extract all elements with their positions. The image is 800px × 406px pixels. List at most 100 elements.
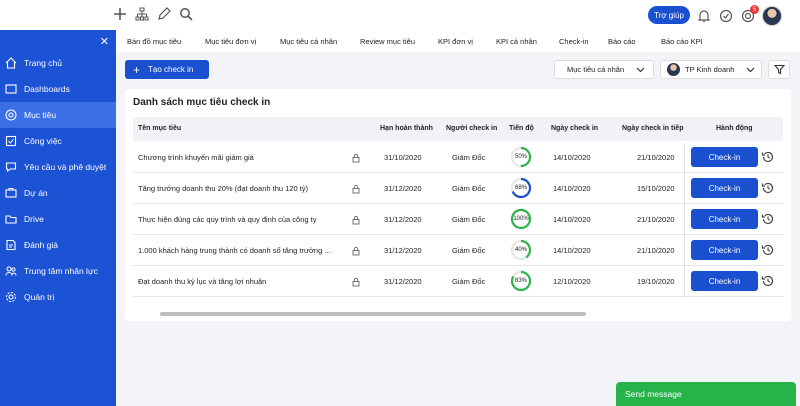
check-in-date: 14/10/2020 <box>553 246 591 255</box>
sidebar-item-label: Trang chủ <box>24 58 62 68</box>
sidebar-item-label: Đánh giá <box>24 240 59 250</box>
goal-name[interactable]: 1.000 khách hàng trung thành có doanh số… <box>138 246 331 255</box>
chevron-down-icon <box>636 67 645 72</box>
folder-icon <box>5 213 17 225</box>
tasks-icon <box>5 135 17 147</box>
pen-icon[interactable] <box>156 6 172 22</box>
header-actions: 5 <box>696 5 782 26</box>
due-date: 31/12/2020 <box>384 184 422 193</box>
sidebar-item-goals[interactable]: Mục tiêu <box>0 102 116 128</box>
tab-personal-goals[interactable]: Mục tiêu cá nhân <box>280 37 337 46</box>
horizontal-scrollbar[interactable] <box>160 312 586 316</box>
user-select-value: TP Kinh doanh <box>685 65 735 74</box>
sidebar-item-home[interactable]: Trang chủ <box>0 50 116 76</box>
due-date: 31/10/2020 <box>384 153 422 162</box>
goal-name[interactable]: Thực hiện đúng các quy trình và quy định… <box>138 215 316 224</box>
add-icon[interactable] <box>112 6 128 22</box>
sidebar-item-label: Dashboards <box>24 84 70 94</box>
tab-check-in[interactable]: Check-in <box>559 37 589 46</box>
tab-goal-review[interactable]: Review mục tiêu <box>360 37 415 46</box>
filter-button[interactable] <box>768 60 790 79</box>
create-check-in-button[interactable]: + Tạo check in <box>125 60 209 79</box>
checker: Giám Đốc <box>452 277 486 286</box>
checker: Giám Đốc <box>452 184 486 193</box>
column-header: Tiến độ <box>509 125 534 132</box>
next-check-in-date: 21/10/2020 <box>637 246 675 255</box>
tab-reports[interactable]: Báo cáo <box>608 37 636 46</box>
plus-icon: + <box>133 62 141 77</box>
quick-actions <box>112 6 194 22</box>
column-header: Ngày check in tiếp <box>622 125 684 132</box>
sidebar-item-drive[interactable]: Drive <box>0 206 116 232</box>
tab-kpi-reports[interactable]: Báo cáo KPI <box>661 37 703 46</box>
due-date: 31/12/2020 <box>384 246 422 255</box>
progress-label: 50% <box>514 154 527 160</box>
checker: Giám Đốc <box>452 153 486 162</box>
sidebar-item-admin[interactable]: Quản trị <box>0 284 116 310</box>
search-icon[interactable] <box>178 6 194 22</box>
next-check-in-date: 21/10/2020 <box>637 153 675 162</box>
sidebar-item-requests[interactable]: Yêu cầu và phê duyệt <box>0 154 116 180</box>
column-header: Ngày check in <box>551 125 599 132</box>
sidebar-item-label: Công việc <box>24 136 62 146</box>
goal-name[interactable]: Tăng trưởng doanh thu 20% (đạt doanh thu… <box>138 184 308 193</box>
notification-badge: 5 <box>750 5 759 14</box>
org-chart-icon[interactable] <box>134 6 150 22</box>
sidebar-item-hr-center[interactable]: Trung tâm nhân lực <box>0 258 116 284</box>
request-icon <box>5 161 17 173</box>
tab-unit-goals[interactable]: Mục tiêu đơn vị <box>205 37 256 46</box>
goal-name[interactable]: Chương trình khuyến mãi giảm giá <box>138 153 254 162</box>
review-icon <box>5 239 17 251</box>
sidebar: ✕ Trang chủ Dashboards Mục tiêu Công việ… <box>0 30 116 406</box>
action-column-divider <box>684 143 782 298</box>
sidebar-item-tasks[interactable]: Công việc <box>0 128 116 154</box>
sidebar-item-projects[interactable]: Dự án <box>0 180 116 206</box>
sidebar-item-label: Drive <box>24 214 44 224</box>
column-header: Hạn hoàn thành <box>380 125 433 132</box>
bell-icon[interactable] <box>696 8 712 24</box>
target-notification-icon[interactable]: 5 <box>740 5 759 24</box>
check-circle-icon[interactable] <box>718 8 734 24</box>
lock-icon[interactable] <box>351 184 361 194</box>
progress-label: 68% <box>514 185 527 191</box>
table-header: Tên mục tiêu Hạn hoàn thành Người check … <box>133 117 783 141</box>
lock-icon[interactable] <box>351 215 361 225</box>
goal-type-select[interactable]: Mục tiêu cá nhân <box>554 60 654 79</box>
user-select[interactable]: TP Kinh doanh <box>660 60 762 79</box>
checker: Giám Đốc <box>452 215 486 224</box>
check-in-date: 14/10/2020 <box>553 215 591 224</box>
lock-icon[interactable] <box>351 153 361 163</box>
tab-goal-map[interactable]: Bản đồ mục tiêu <box>127 37 181 46</box>
goal-name[interactable]: Đạt doanh thu kỷ lục và tăng lợi nhuận <box>138 277 266 286</box>
sidebar-item-dashboards[interactable]: Dashboards <box>0 76 116 102</box>
project-icon <box>5 187 17 199</box>
top-bar: Trợ giúp 5 <box>0 0 800 30</box>
goal-type-value: Mục tiêu cá nhân <box>567 65 625 74</box>
send-message-button[interactable]: Send message <box>616 382 796 406</box>
progress-label: 83% <box>514 278 527 284</box>
column-header: Tên mục tiêu <box>138 125 182 132</box>
tab-unit-kpi[interactable]: KPI đơn vị <box>438 37 473 46</box>
help-button[interactable]: Trợ giúp <box>648 6 690 24</box>
column-header: Hành động <box>716 125 753 132</box>
column-header: Người check in <box>446 125 498 132</box>
lock-icon[interactable] <box>351 246 361 256</box>
check-in-date: 12/10/2020 <box>553 277 591 286</box>
lock-icon[interactable] <box>351 277 361 287</box>
sidebar-item-label: Dự án <box>24 188 48 198</box>
people-icon <box>5 265 17 277</box>
next-check-in-date: 19/10/2020 <box>637 277 675 286</box>
filter-icon <box>773 64 785 75</box>
tab-personal-kpi[interactable]: KPI cá nhân <box>496 37 537 46</box>
user-avatar[interactable] <box>762 6 782 26</box>
sidebar-item-label: Mục tiêu <box>24 110 57 120</box>
sidebar-item-reviews[interactable]: Đánh giá <box>0 232 116 258</box>
due-date: 31/12/2020 <box>384 215 422 224</box>
sidebar-item-label: Quản trị <box>24 292 55 302</box>
due-date: 31/12/2020 <box>384 277 422 286</box>
nav-tabs: Bản đồ mục tiêu Mục tiêu đơn vị Mục tiêu… <box>116 30 800 52</box>
close-icon[interactable]: ✕ <box>100 35 109 48</box>
target-icon <box>5 109 17 121</box>
gear-icon <box>5 291 17 303</box>
chevron-down-icon <box>746 67 755 72</box>
